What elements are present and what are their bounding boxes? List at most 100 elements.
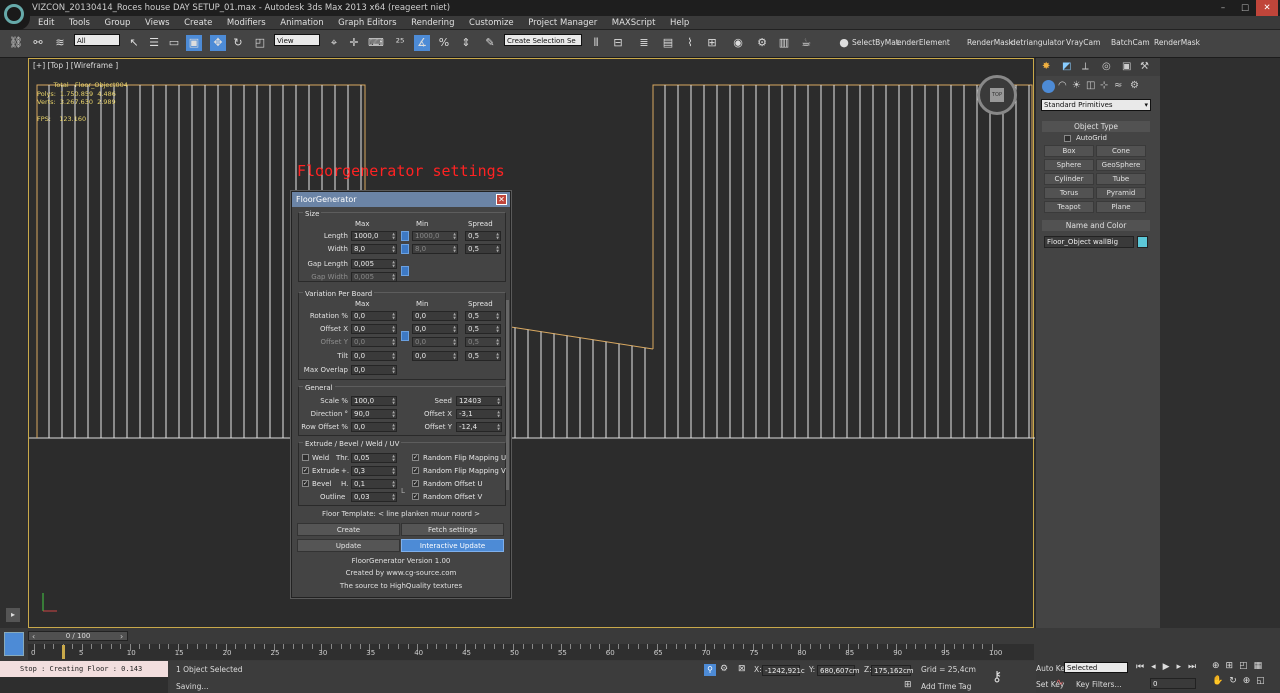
random-offset-u-checkbox[interactable]: ✓: [412, 480, 419, 487]
align-icon[interactable]: ⊟: [610, 35, 626, 51]
material-editor-icon[interactable]: ◉: [730, 35, 746, 51]
time-tag-icon[interactable]: ⊞: [904, 680, 912, 690]
lights-icon[interactable]: ☀: [1072, 80, 1081, 91]
pivot-center-icon[interactable]: ⌖: [326, 35, 342, 51]
select-link-icon[interactable]: ⛓: [8, 35, 24, 51]
object-color-swatch[interactable]: [1137, 236, 1148, 248]
cone-button[interactable]: Cone: [1096, 145, 1146, 157]
max-overlap-spinner[interactable]: 0,0: [351, 365, 397, 375]
viewport-nav-controls[interactable]: ✋↻⊕◱: [1212, 676, 1271, 686]
general-offsety-spinner[interactable]: -12,4: [456, 422, 502, 432]
geometry-icon[interactable]: [1042, 80, 1055, 93]
random-flip-u-checkbox[interactable]: ✓: [412, 454, 419, 461]
app-logo[interactable]: [0, 0, 30, 30]
curve-editor-icon[interactable]: ⌇: [682, 35, 698, 51]
length-spread-spinner[interactable]: 0,5: [465, 231, 501, 241]
script-button-detriangulator[interactable]: detriangulator: [1011, 38, 1065, 47]
rotation-max-spinner[interactable]: 0,0: [351, 311, 397, 321]
menu-edit[interactable]: Edit: [32, 16, 60, 30]
direction-spinner[interactable]: 90,0: [351, 409, 397, 419]
plane-button[interactable]: Plane: [1096, 201, 1146, 213]
script-button-batchcam[interactable]: BatchCam: [1111, 38, 1150, 47]
shapes-icon[interactable]: ◠: [1058, 80, 1067, 91]
named-selection-dropdown[interactable]: Create Selection Se: [504, 34, 582, 46]
tilt-max-spinner[interactable]: 0,0: [351, 351, 397, 361]
manipulate-icon[interactable]: ✛: [346, 35, 362, 51]
script-button-rendermask[interactable]: RenderMask: [967, 38, 1013, 47]
dialog-title-bar[interactable]: FloorGenerator ✕: [292, 192, 510, 207]
menu-help[interactable]: Help: [664, 16, 695, 30]
create-tab-icon[interactable]: ✸: [1042, 61, 1050, 72]
current-frame-marker[interactable]: [62, 645, 65, 659]
bind-space-warp-icon[interactable]: ≋: [52, 35, 68, 51]
rotation-spread-spinner[interactable]: 0,5: [465, 311, 501, 321]
update-button[interactable]: Update: [297, 539, 400, 552]
hierarchy-tab-icon[interactable]: ⟂: [1082, 61, 1089, 72]
key-curve-icon[interactable]: ∿: [1056, 678, 1064, 688]
object-name-field[interactable]: Floor_Object wallBig: [1044, 236, 1134, 248]
menu-maxscript[interactable]: MAXScript: [606, 16, 662, 30]
menu-rendering[interactable]: Rendering: [405, 16, 460, 30]
key-filters-button[interactable]: Key Filters...: [1076, 680, 1122, 689]
viewport-top[interactable]: [+] [Top ] [Wireframe ] Total Floor_Obje…: [28, 58, 1035, 628]
bevel-checkbox[interactable]: ✓: [302, 480, 309, 487]
primitives-dropdown[interactable]: Standard Primitives ▾: [1041, 99, 1151, 111]
rotation-min-spinner[interactable]: 0,0: [412, 311, 458, 321]
torus-button[interactable]: Torus: [1044, 187, 1094, 199]
display-tab-icon[interactable]: ▣: [1122, 61, 1131, 72]
offsetx-max-spinner[interactable]: 0,0: [351, 324, 397, 334]
script-icon[interactable]: ●: [836, 35, 852, 51]
spinner-snap-icon[interactable]: ⇕: [458, 35, 474, 51]
playback-controls[interactable]: ⏮◂▶▸⏭: [1136, 662, 1203, 672]
pyramid-button[interactable]: Pyramid: [1096, 187, 1146, 199]
key-mode-dropdown[interactable]: Selected: [1064, 662, 1128, 673]
random-flip-v-checkbox[interactable]: ✓: [412, 467, 419, 474]
viewport-zoom-controls[interactable]: ⊕⊞◰▦: [1212, 661, 1268, 671]
fetch-settings-button[interactable]: Fetch settings: [401, 523, 504, 536]
length-max-spinner[interactable]: 1000,0: [351, 231, 397, 241]
minimize-button[interactable]: –: [1212, 0, 1234, 16]
select-by-name-icon[interactable]: ☰: [146, 35, 162, 51]
offsetx-min-spinner[interactable]: 0,0: [412, 324, 458, 334]
tube-button[interactable]: Tube: [1096, 173, 1146, 185]
width-max-spinner[interactable]: 8,0: [351, 244, 397, 254]
sphere-button[interactable]: Sphere: [1044, 159, 1094, 171]
maximize-button[interactable]: □: [1234, 0, 1256, 16]
seed-spinner[interactable]: 12403: [456, 396, 502, 406]
gap-length-spinner[interactable]: 0,005: [351, 259, 397, 269]
mirror-icon[interactable]: ⫴: [588, 35, 604, 51]
rect-selection-icon[interactable]: ▭: [166, 35, 182, 51]
render-setup-icon[interactable]: ⚙: [754, 35, 770, 51]
add-time-tag-button[interactable]: Add Time Tag: [921, 682, 971, 691]
extrude-checkbox[interactable]: ✓: [302, 467, 309, 474]
close-button[interactable]: ✕: [1256, 0, 1278, 16]
weld-checkbox[interactable]: [302, 454, 309, 461]
tilt-min-spinner[interactable]: 0,0: [412, 351, 458, 361]
rendered-frame-icon[interactable]: ▥: [776, 35, 792, 51]
menu-graph-editors[interactable]: Graph Editors: [332, 16, 402, 30]
set-key-icon[interactable]: ⚷: [992, 669, 1002, 685]
rotate-icon[interactable]: ↻: [230, 35, 246, 51]
graphite-ribbon-icon[interactable]: ▤: [660, 35, 676, 51]
weld-threshold-spinner[interactable]: 0,05: [351, 453, 397, 463]
width-min-spinner[interactable]: 8,0: [412, 244, 458, 254]
layer-manager-icon[interactable]: ≣: [636, 35, 652, 51]
length-min-spinner[interactable]: 1000,0: [412, 231, 458, 241]
menu-create[interactable]: Create: [178, 16, 218, 30]
mini-curve-editor-icon[interactable]: [4, 632, 24, 656]
interactive-update-button[interactable]: Interactive Update: [401, 539, 504, 552]
spacewarps-icon[interactable]: ≈: [1114, 80, 1122, 91]
menu-modifiers[interactable]: Modifiers: [221, 16, 272, 30]
time-slider-prev-icon[interactable]: ‹: [32, 632, 35, 641]
script-button-renderelement[interactable]: enderElement: [897, 38, 950, 47]
systems-icon[interactable]: ⚙: [1130, 80, 1139, 91]
object-type-header[interactable]: Object Type: [1042, 121, 1150, 132]
menu-tools[interactable]: Tools: [63, 16, 96, 30]
offsety-spread-spinner[interactable]: 0,5: [465, 337, 501, 347]
scale-icon[interactable]: ◰: [252, 35, 268, 51]
menu-group[interactable]: Group: [99, 16, 137, 30]
offset-lock-toggle[interactable]: [401, 331, 409, 341]
random-offset-v-checkbox[interactable]: ✓: [412, 493, 419, 500]
current-frame-field[interactable]: 0: [1150, 678, 1196, 689]
gap-width-spinner[interactable]: 0,005: [351, 272, 397, 282]
